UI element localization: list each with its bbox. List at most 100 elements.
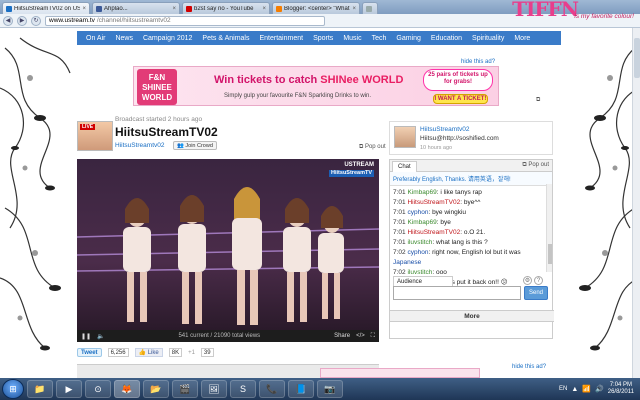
tab-new[interactable] [362, 2, 378, 14]
video-player[interactable]: USTREAM HiitsuStreamTV [77, 159, 379, 330]
arrow-up-icon[interactable]: ▲ [571, 386, 578, 393]
taskbar-app-icon[interactable]: 📂 [143, 380, 169, 398]
chat-text: right now, English lol but it was [432, 249, 521, 256]
taskbar-app-icon[interactable]: 📷 [317, 380, 343, 398]
reload-icon[interactable]: ↻ [31, 15, 41, 26]
chat-user[interactable]: HiitsuStreamTV02 [407, 229, 460, 236]
url-input[interactable]: www.ustream.tv/channel/hiitsustreamtv02 [45, 15, 325, 26]
nav-tech[interactable]: Tech [367, 35, 392, 42]
nav-news[interactable]: News [110, 35, 138, 42]
owner-avatar[interactable] [394, 126, 416, 148]
chat-text: o.O 21. [463, 229, 486, 236]
nav-gaming[interactable]: Gaming [391, 35, 426, 42]
nav-entertainment[interactable]: Entertainment [254, 35, 308, 42]
chat-user[interactable]: HiitsuStreamTV02 [407, 199, 460, 206]
channel-user-link[interactable]: HiitsuStreamtv02 [115, 142, 165, 149]
close-icon[interactable]: × [352, 6, 356, 12]
chat-input[interactable] [393, 286, 521, 300]
taskbar-app-icon[interactable]: 📁 [27, 380, 53, 398]
volume-icon[interactable]: 🔈 [97, 333, 104, 340]
tab-facebook[interactable]: Ahplao... × [92, 2, 180, 14]
chat-user[interactable]: cyphon [407, 209, 428, 216]
url-path: /channel/hiitsustreamtv02 [96, 17, 171, 24]
chat-user[interactable]: Kimbap69 [407, 219, 436, 226]
start-button[interactable]: ⊞ [2, 379, 24, 399]
audience-tab[interactable]: Audience [393, 276, 453, 286]
channel-title: HiitsuStreamTV02 [115, 125, 218, 139]
bottom-ad-strip[interactable] [320, 368, 480, 378]
owner-name[interactable]: HiitsuStreamtv02 [420, 126, 470, 133]
chat-message: 7:01 HiitsuStreamTV02: bye^^ [393, 199, 481, 206]
blogger-favicon-icon [276, 5, 282, 12]
close-icon[interactable]: × [172, 6, 176, 12]
fullscreen-icon[interactable]: ⛶ [371, 333, 375, 340]
close-icon[interactable]: × [262, 6, 266, 12]
tab-ustream[interactable]: HiitsuStreamTV02 on USTR × [2, 2, 90, 14]
chat-user[interactable]: iluvstitch [407, 269, 432, 276]
send-button[interactable]: Send [524, 286, 548, 300]
gear-icon[interactable]: ⚙ [523, 276, 532, 285]
chat-message-list: 7:01 Kimbap69: i like tanys rap 7:01 Hiit… [390, 186, 552, 290]
tab-label: Ahplao... [104, 5, 128, 12]
nav-music[interactable]: Music [338, 35, 366, 42]
network-icon[interactable]: 📶 [582, 385, 591, 393]
language-indicator[interactable]: EN [559, 386, 567, 392]
video-popout-link[interactable]: ⧉ Pop out [359, 144, 386, 151]
owner-popout-link[interactable]: ⧉ [536, 97, 540, 104]
share-button[interactable]: Share [334, 333, 350, 339]
tab-youtube[interactable]: b2st say no - YouTube × [182, 2, 270, 14]
ad-banner[interactable]: F&N SHINEE WORLD Win tickets to catch SH… [133, 66, 499, 106]
taskbar-app-icon[interactable]: S [230, 380, 256, 398]
scrollbar-thumb[interactable] [634, 38, 640, 78]
chat-user[interactable]: cyphon [407, 249, 428, 256]
speaker-icon[interactable]: 🔊 [595, 385, 604, 393]
channel-thumbnail[interactable]: LIVE [77, 121, 113, 151]
hide-ad-link-2[interactable]: hide this ad? [512, 364, 546, 370]
forward-arrow-icon[interactable]: ▶ [17, 15, 27, 26]
join-crowd-label: Join Crowd [185, 143, 213, 149]
chat-user[interactable]: iluvstitch [407, 239, 432, 246]
tab-label: b2st say no - YouTube [194, 5, 254, 12]
chat-message: 7:02 cyphon: right now, English lol but … [393, 249, 521, 256]
tab-blogger[interactable]: Blogger: <center> "What g × [272, 2, 360, 14]
help-icon[interactable]: ? [534, 276, 543, 285]
nav-education[interactable]: Education [426, 35, 467, 42]
taskbar-app-icon[interactable]: 📘 [288, 380, 314, 398]
broadcast-info: Broadcast started 2 hours ago [115, 116, 203, 123]
taskbar-app-icon[interactable]: ▶ [56, 380, 82, 398]
hide-ad-link[interactable]: hide this ad? [461, 59, 495, 65]
nav-spirituality[interactable]: Spirituality [467, 35, 509, 42]
chat-user[interactable]: Kimbap69 [407, 189, 436, 196]
back-arrow-icon[interactable]: ◀ [3, 15, 13, 26]
chat-time: 7:01 [393, 189, 406, 196]
nav-campaign-2012[interactable]: Campaign 2012 [138, 35, 197, 42]
nav-on-air[interactable]: On Air [81, 35, 110, 42]
taskbar-app-icon[interactable]: 🖼 [201, 380, 227, 398]
tweet-button[interactable]: Tweet [77, 348, 102, 357]
facebook-favicon-icon [96, 5, 102, 12]
join-crowd-button[interactable]: 👥 Join Crowd [173, 141, 217, 150]
pink-tagline: is my favorite colour! [574, 13, 634, 20]
chat-scrollbar[interactable] [546, 184, 552, 272]
nav-more[interactable]: More [509, 35, 535, 42]
more-button[interactable]: More [390, 310, 554, 322]
pause-icon[interactable]: ❚❚ [81, 333, 91, 340]
popout-label: Pop out [364, 144, 386, 150]
ad-ticket-button[interactable]: I WANT A TICKET! [433, 94, 488, 104]
clock[interactable]: 7:04 PM 26/8/2011 [608, 382, 634, 396]
close-icon[interactable]: × [82, 6, 86, 12]
chat-scroll-thumb[interactable] [548, 244, 552, 264]
plus-one-icon[interactable]: +1 [188, 350, 195, 356]
tab-chat[interactable]: Chat [392, 161, 417, 172]
page-scrollbar[interactable] [632, 28, 640, 378]
tweet-count: 6,256 [107, 348, 129, 357]
taskbar-app-icon[interactable]: 🎬 [172, 380, 198, 398]
chat-popout-link[interactable]: ⧉ Pop out [522, 162, 549, 169]
taskbar-app-icon[interactable]: 🦊 [114, 380, 140, 398]
like-button[interactable]: 👍 Like [134, 348, 163, 357]
embed-icon[interactable]: </> [356, 333, 365, 339]
taskbar-app-icon[interactable]: ⊙ [85, 380, 111, 398]
taskbar-app-icon[interactable]: 📞 [259, 380, 285, 398]
nav-pets-animals[interactable]: Pets & Animals [197, 35, 254, 42]
nav-sports[interactable]: Sports [308, 35, 338, 42]
